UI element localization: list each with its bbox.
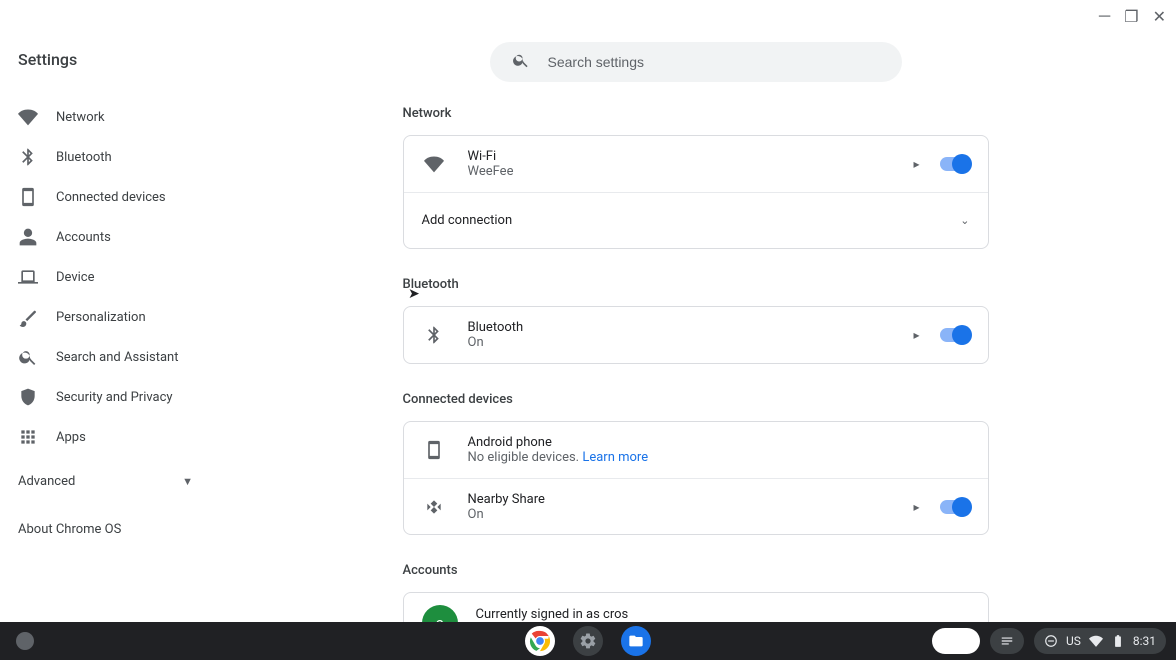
- search-icon: [512, 51, 530, 73]
- chevron-down-icon: ▼: [182, 475, 193, 488]
- sidebar-item-label: Network: [56, 110, 105, 125]
- search-input[interactable]: [548, 54, 892, 70]
- current-user-label: Currently signed in as cros: [476, 607, 629, 622]
- wifi-toggle[interactable]: [940, 157, 970, 171]
- bluetooth-status: On: [468, 335, 904, 350]
- person-icon: [18, 227, 38, 247]
- card-network: Wi-Fi WeeFee ▸ Add connection ⌄: [403, 135, 989, 249]
- sidebar-item-personalization[interactable]: Personalization: [18, 297, 215, 337]
- phone-icon: [422, 440, 446, 460]
- window-controls: ─ ❐ ✕: [1099, 6, 1166, 26]
- shield-icon: [18, 387, 38, 407]
- add-connection-label: Add connection: [422, 213, 961, 228]
- bluetooth-toggle[interactable]: [940, 328, 970, 342]
- wifi-icon: [18, 107, 38, 127]
- section-title-bluetooth: Bluetooth: [403, 277, 989, 292]
- row-current-user[interactable]: c Currently signed in as cros: [404, 593, 988, 622]
- row-nearby-share[interactable]: Nearby Share On ▸: [404, 478, 988, 534]
- phone-icon: [18, 187, 38, 207]
- sidebar-item-advanced[interactable]: Advanced ▼: [18, 461, 215, 501]
- close-button[interactable]: ✕: [1153, 7, 1166, 26]
- bluetooth-title: Bluetooth: [468, 320, 904, 335]
- sidebar-item-apps[interactable]: Apps: [18, 417, 215, 457]
- battery-icon: [1111, 634, 1125, 648]
- chevron-right-icon: ▸: [913, 157, 919, 171]
- card-connected-devices: Android phone No eligible devices. Learn…: [403, 421, 989, 535]
- shelf: US 8:31: [0, 622, 1176, 660]
- main-content: Network Wi-Fi WeeFee ▸ Add connection ⌄: [215, 0, 1176, 622]
- card-bluetooth: Bluetooth On ▸: [403, 306, 989, 364]
- row-bluetooth[interactable]: Bluetooth On ▸: [404, 307, 988, 363]
- android-phone-sub-text: No eligible devices.: [468, 450, 583, 465]
- files-app-icon[interactable]: [621, 626, 651, 656]
- shelf-apps: [525, 626, 651, 656]
- sidebar-item-label: Device: [56, 270, 95, 285]
- nearby-share-toggle[interactable]: [940, 500, 970, 514]
- shelf-status-area: US 8:31: [932, 628, 1166, 654]
- android-phone-sub: No eligible devices. Learn more: [468, 450, 970, 465]
- chevron-right-icon: ▸: [913, 328, 919, 342]
- sidebar-item-label: Security and Privacy: [56, 390, 173, 405]
- nearby-share-icon: [422, 497, 446, 517]
- wifi-title: Wi-Fi: [468, 149, 904, 164]
- learn-more-link[interactable]: Learn more: [582, 450, 648, 465]
- sidebar-item-search-assistant[interactable]: Search and Assistant: [18, 337, 215, 377]
- bluetooth-icon: [422, 325, 446, 345]
- tote-pill[interactable]: [990, 628, 1024, 654]
- nearby-share-status: On: [468, 507, 904, 522]
- chevron-down-icon: ⌄: [960, 214, 969, 227]
- settings-app-icon[interactable]: [573, 626, 603, 656]
- sidebar-item-security-privacy[interactable]: Security and Privacy: [18, 377, 215, 417]
- sidebar-item-label: Accounts: [56, 230, 111, 245]
- row-add-connection[interactable]: Add connection ⌄: [404, 192, 988, 248]
- search-icon: [18, 347, 38, 367]
- sidebar-item-accounts[interactable]: Accounts: [18, 217, 215, 257]
- status-tray[interactable]: US 8:31: [1034, 628, 1166, 654]
- row-wifi[interactable]: Wi-Fi WeeFee ▸: [404, 136, 988, 192]
- android-phone-title: Android phone: [468, 435, 970, 450]
- sidebar-item-about[interactable]: About Chrome OS: [18, 509, 215, 549]
- sidebar-item-network[interactable]: Network: [18, 97, 215, 137]
- sidebar-item-bluetooth[interactable]: Bluetooth: [18, 137, 215, 177]
- clock: 8:31: [1133, 634, 1156, 648]
- apps-icon: [18, 427, 38, 447]
- ime-indicator: US: [1066, 634, 1081, 648]
- sidebar-item-label: Personalization: [56, 310, 146, 325]
- chrome-app-icon[interactable]: [525, 626, 555, 656]
- about-label: About Chrome OS: [18, 522, 121, 537]
- sidebar-item-connected-devices[interactable]: Connected devices: [18, 177, 215, 217]
- nearby-share-title: Nearby Share: [468, 492, 904, 507]
- launcher-button[interactable]: [16, 632, 34, 650]
- sidebar-item-label: Apps: [56, 430, 86, 445]
- section-title-accounts: Accounts: [403, 563, 989, 578]
- maximize-button[interactable]: ❐: [1124, 7, 1138, 26]
- wifi-secure-icon: [422, 154, 446, 174]
- sidebar-item-label: Bluetooth: [56, 150, 112, 165]
- wifi-status-icon: [1089, 634, 1103, 648]
- sidebar-item-label: Connected devices: [56, 190, 166, 205]
- avatar: c: [422, 605, 458, 622]
- page-title: Settings: [18, 50, 215, 69]
- laptop-icon: [18, 267, 38, 287]
- search-bar[interactable]: [490, 42, 902, 82]
- row-android-phone[interactable]: Android phone No eligible devices. Learn…: [404, 422, 988, 478]
- phone-hub-pill[interactable]: [932, 628, 980, 654]
- advanced-label: Advanced: [18, 474, 75, 489]
- chevron-right-icon: ▸: [913, 500, 919, 514]
- card-accounts: c Currently signed in as cros: [403, 592, 989, 622]
- brush-icon: [18, 307, 38, 327]
- dnd-icon: [1044, 634, 1058, 648]
- section-title-connected: Connected devices: [403, 392, 989, 407]
- section-title-network: Network: [403, 106, 989, 121]
- minimize-button[interactable]: ─: [1099, 6, 1110, 26]
- wifi-name: WeeFee: [468, 164, 904, 179]
- bluetooth-icon: [18, 147, 38, 167]
- sidebar: Settings Network Bluetooth Connected dev…: [0, 0, 215, 622]
- sidebar-item-label: Search and Assistant: [56, 350, 179, 365]
- sidebar-item-device[interactable]: Device: [18, 257, 215, 297]
